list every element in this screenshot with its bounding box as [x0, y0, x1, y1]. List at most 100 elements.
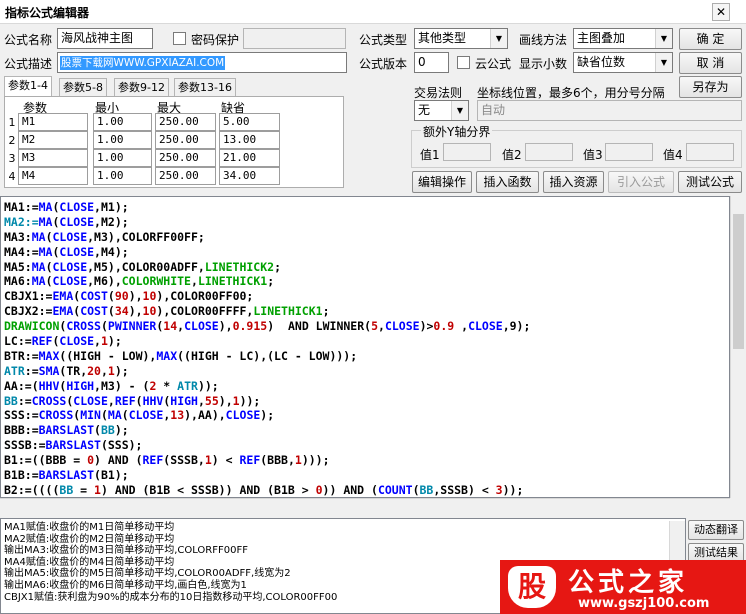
value2-input[interactable] — [525, 143, 573, 161]
chevron-down-icon[interactable]: ▼ — [655, 53, 672, 72]
param-name-input[interactable]: M4 — [18, 167, 88, 185]
tab-params-1-4[interactable]: 参数1-4 — [4, 76, 52, 98]
code-line[interactable]: CBJX2:=EMA(COST(34),10),COLOR00FFFF,LINE… — [4, 304, 530, 319]
code-token: REF — [31, 334, 53, 349]
formula-name-input[interactable]: 海风战神主图 — [57, 28, 153, 49]
dynamic-translate-button[interactable]: 动态翻译 — [688, 520, 744, 540]
code-line[interactable]: MA1:=MA(CLOSE,M1); — [4, 200, 530, 215]
close-button[interactable]: ✕ — [712, 3, 730, 21]
edit-ops-button[interactable]: 编辑操作 — [412, 171, 472, 193]
value3-label: 值3 — [583, 148, 603, 162]
code-line[interactable]: B2:=((((BB = 1) AND (B1B < SSSB)) AND (B… — [4, 482, 530, 497]
code-line[interactable]: LC:=REF(CLOSE,1); — [4, 334, 530, 349]
code-token: 0.915 — [232, 319, 268, 334]
cancel-button[interactable]: 取 消 — [679, 52, 742, 74]
tab-params-13-16[interactable]: 参数13-16 — [174, 78, 236, 98]
code-token: ), — [128, 304, 143, 319]
code-token: MA5: — [4, 259, 32, 274]
param-min-input[interactable]: 1.00 — [93, 113, 152, 131]
tab-params-9-12[interactable]: 参数9-12 — [114, 78, 169, 98]
code-line[interactable]: MA3:MA(CLOSE,M3),COLORFF00FF; — [4, 230, 530, 245]
param-max-input[interactable]: 250.00 — [155, 113, 216, 131]
formula-type-select[interactable]: 其他类型 ▼ — [414, 28, 508, 49]
import-formula-button[interactable]: 引入公式 — [608, 171, 674, 193]
code-token: ),COLOR00FFFF, — [156, 304, 254, 319]
formula-version-input[interactable]: 0 — [414, 52, 449, 73]
chevron-down-icon[interactable]: ▼ — [490, 29, 507, 48]
code-line[interactable]: ATR:=SMA(TR,20,1); — [4, 364, 530, 379]
code-token: LC:= — [4, 334, 32, 349]
code-token: ( — [45, 229, 53, 244]
code-token: MIN — [80, 408, 101, 423]
code-line[interactable]: MA6:MA(CLOSE,M6),COLORWHITE,LINETHICK1; — [4, 274, 530, 289]
password-checkbox[interactable] — [173, 32, 186, 45]
code-line[interactable]: B1:=((BBB = 0) AND (REF(SSSB,1) < REF(BB… — [4, 453, 530, 468]
editor-horizontal-scrollbar[interactable] — [0, 498, 730, 514]
code-token: , — [94, 334, 101, 349]
test-formula-button[interactable]: 测试公式 — [678, 171, 742, 193]
editor-vertical-scrollbar[interactable] — [730, 196, 746, 498]
code-line[interactable]: BBB:=BARSLAST(BB); — [4, 423, 530, 438]
param-name-input[interactable]: M2 — [18, 131, 88, 149]
code-token: ) AND LWINNER( — [267, 319, 372, 334]
code-token: CLOSE — [59, 214, 95, 229]
param-min-input[interactable]: 1.00 — [93, 167, 152, 185]
code-line[interactable]: MA2:=MA(CLOSE,M2); — [4, 215, 530, 230]
code-token: REF — [239, 453, 261, 468]
code-token: BARSLAST — [45, 438, 101, 453]
code-line[interactable]: CBJX1:=EMA(COST(90),10),COLOR00FF00; — [4, 289, 530, 304]
formula-desc-input[interactable]: 股票下载网WWW.GPXIAZAI.COM — [57, 52, 347, 73]
draw-method-select[interactable]: 主图叠加 ▼ — [573, 28, 673, 49]
trade-rule-value: 无 — [418, 103, 431, 117]
param-name-input[interactable]: M3 — [18, 149, 88, 167]
code-token: ( — [100, 408, 108, 423]
value4-input[interactable] — [686, 143, 734, 161]
param-default-input[interactable]: 5.00 — [219, 113, 280, 131]
formula-type-value: 其他类型 — [418, 31, 467, 45]
param-name-input[interactable]: M1 — [18, 113, 88, 131]
insert-resource-button[interactable]: 插入资源 — [543, 171, 604, 193]
code-token: ,SSSB) < — [433, 482, 496, 497]
param-min-input[interactable]: 1.00 — [93, 131, 152, 149]
code-token: ; — [322, 304, 330, 319]
code-line[interactable]: MA5:MA(CLOSE,M5),COLOR00ADFF,LINETHICK2; — [4, 260, 530, 275]
code-token: CLOSE — [73, 393, 108, 408]
code-token: , — [107, 393, 115, 408]
param-default-input[interactable]: 34.00 — [219, 167, 280, 185]
tab-params-5-8[interactable]: 参数5-8 — [59, 78, 107, 98]
trade-rule-select[interactable]: 无 ▼ — [414, 100, 469, 121]
code-content[interactable]: MA1:=MA(CLOSE,M1); MA2:=MA(CLOSE,M2); MA3:… — [4, 200, 530, 497]
code-line[interactable]: BTR:=MAX((HIGH - LOW),MAX((HIGH - LC),(L… — [4, 349, 530, 364]
cloud-checkbox[interactable] — [457, 56, 470, 69]
code-token: BARSLAST — [38, 423, 95, 438]
formula-type-label: 公式类型 — [359, 33, 408, 47]
code-line[interactable]: B1B:=BARSLAST(B1); — [4, 468, 530, 483]
password-input[interactable] — [243, 28, 346, 49]
insert-function-button[interactable]: 插入函数 — [476, 171, 539, 193]
code-line[interactable]: SSSB:=BARSLAST(SSS); — [4, 438, 530, 453]
save-as-button[interactable]: 另存为 — [679, 76, 742, 98]
code-line[interactable]: AA:=(HHV(HIGH,M3) - (2 * ATR)); — [4, 379, 530, 394]
value1-input[interactable] — [443, 143, 491, 161]
code-line[interactable]: DRAWICON(CROSS(PWINNER(14,CLOSE),0.915) … — [4, 319, 530, 334]
decimal-select[interactable]: 缺省位数 ▼ — [573, 52, 673, 73]
param-max-input[interactable]: 250.00 — [155, 149, 216, 167]
param-default-input[interactable]: 13.00 — [219, 131, 280, 149]
chevron-down-icon[interactable]: ▼ — [451, 101, 468, 120]
code-line[interactable]: MA4:=MA(CLOSE,M4); — [4, 245, 530, 260]
param-max-input[interactable]: 250.00 — [155, 131, 216, 149]
param-min-input[interactable]: 1.00 — [93, 149, 152, 167]
formula-desc-text: 股票下载网WWW.GPXIAZAI.COM — [60, 56, 226, 70]
code-line[interactable]: BB:=CROSS(CLOSE,REF(HHV(HIGH,55),1)); — [4, 394, 530, 409]
param-default-input[interactable]: 21.00 — [219, 149, 280, 167]
ok-button[interactable]: 确 定 — [679, 28, 742, 50]
code-token: 20 — [87, 363, 101, 378]
coord-input[interactable]: 自动 — [477, 100, 742, 121]
scrollbar-thumb[interactable] — [733, 214, 744, 349]
code-editor[interactable]: MA1:=MA(CLOSE,M1); MA2:=MA(CLOSE,M2); MA3:… — [0, 196, 730, 498]
code-token: (SSS); — [100, 438, 143, 453]
code-line[interactable]: SSS:=CROSS(MIN(MA(CLOSE,13),AA),CLOSE); — [4, 408, 530, 423]
value3-input[interactable] — [605, 143, 653, 161]
param-max-input[interactable]: 250.00 — [155, 167, 216, 185]
chevron-down-icon[interactable]: ▼ — [655, 29, 672, 48]
